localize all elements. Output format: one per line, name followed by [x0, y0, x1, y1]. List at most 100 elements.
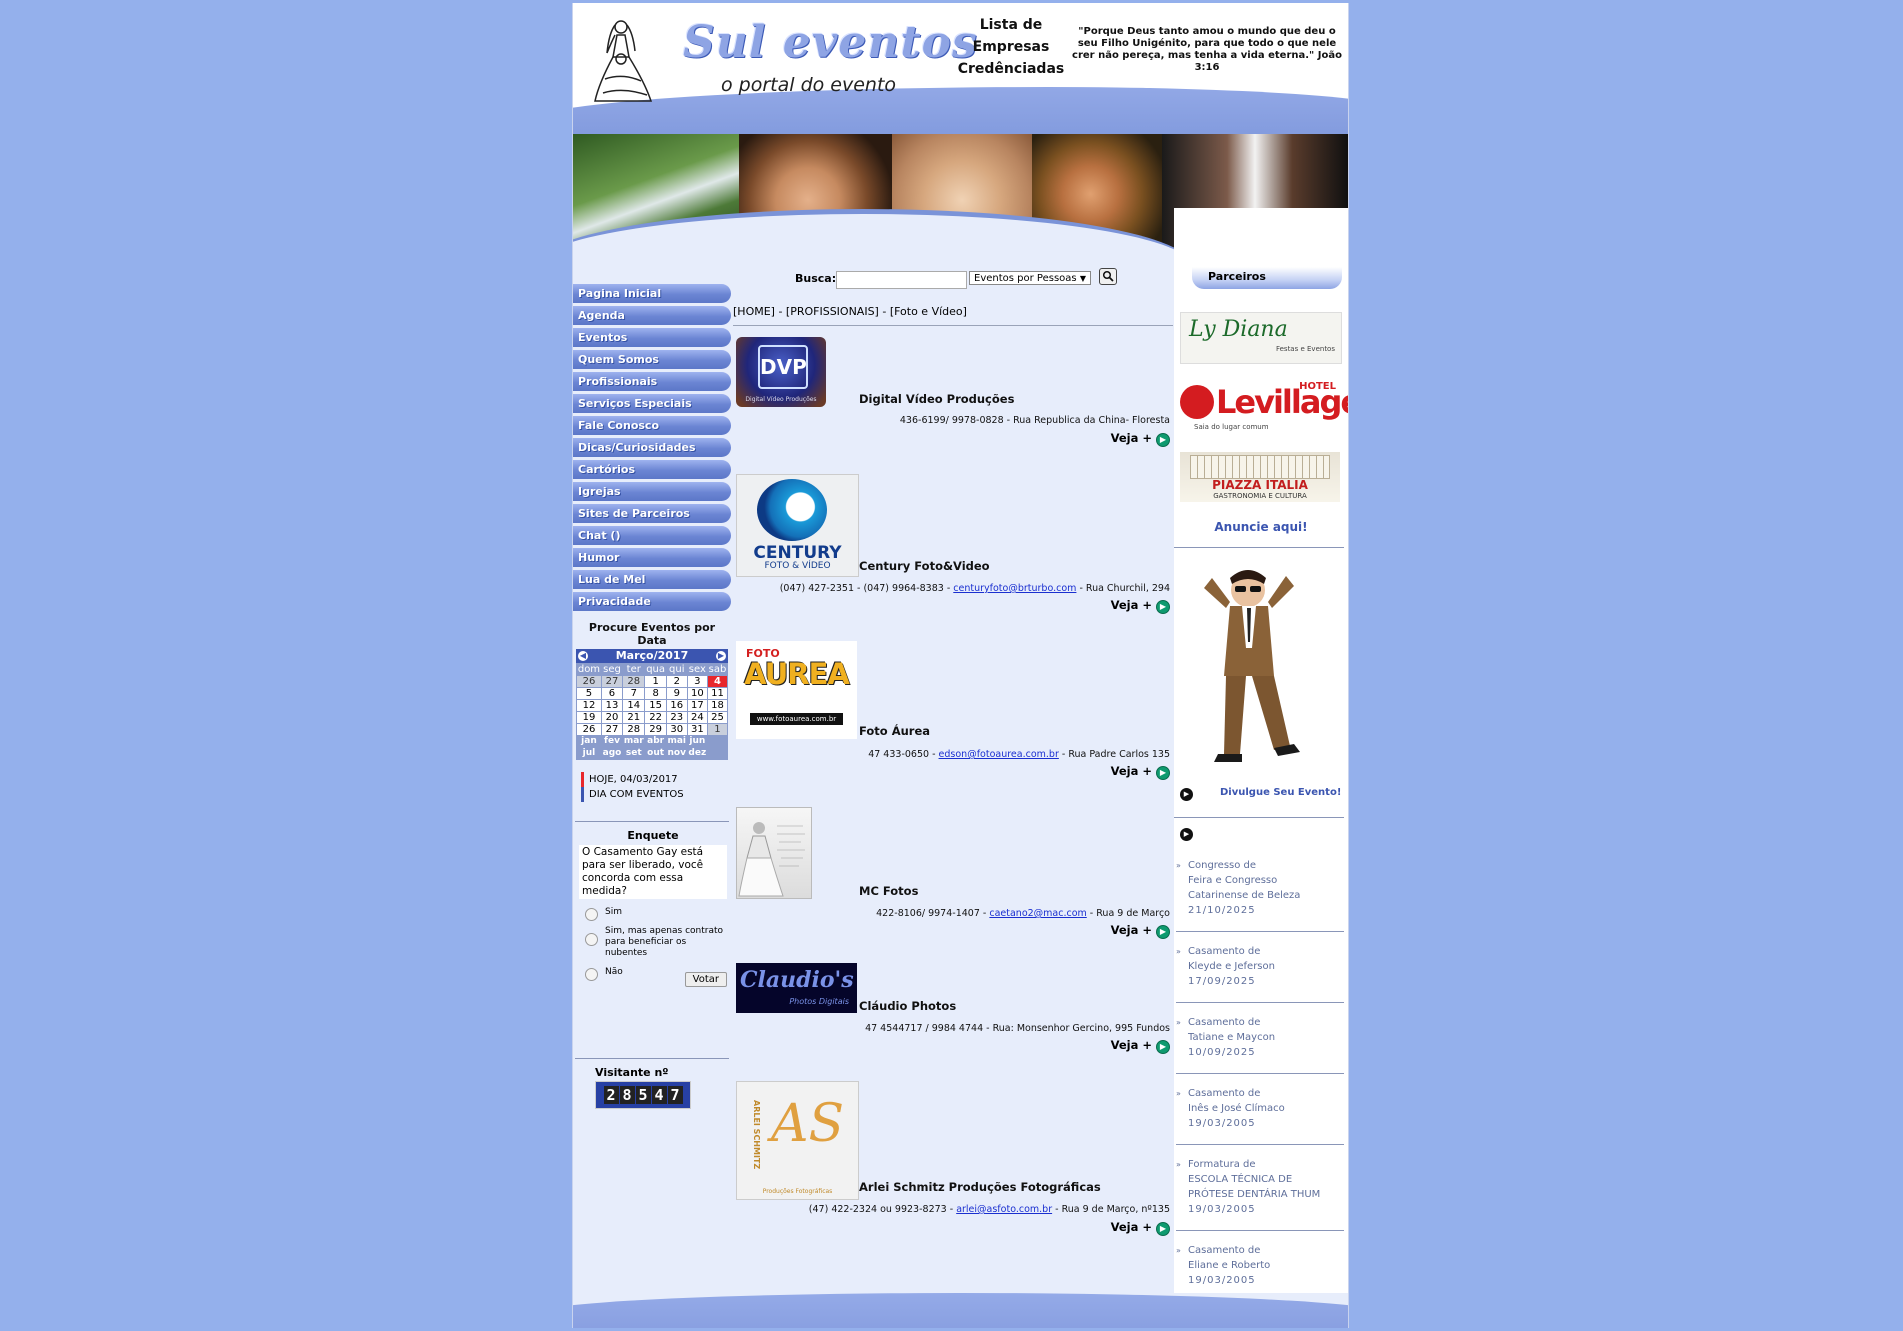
nav-eventos[interactable]: Eventos — [573, 328, 731, 347]
calendar-day[interactable]: 1 — [645, 676, 666, 687]
calendar-day[interactable]: 6 — [601, 688, 623, 699]
search-category-select[interactable]: Eventos por Pessoas ▼ — [969, 271, 1091, 285]
veja-mais-link[interactable]: Veja + ▶ — [1111, 1038, 1170, 1054]
month-link[interactable]: nov — [666, 748, 687, 759]
calendar-day[interactable]: 22 — [645, 712, 666, 723]
month-link[interactable]: jun — [687, 736, 707, 747]
partner-piazza-italia[interactable]: PIAZZA ITALIA GASTRONOMIA E CULTURA — [1180, 452, 1340, 502]
partner-ly-diana[interactable]: Ly Diana Festas e Eventos — [1180, 312, 1342, 364]
calendar-day[interactable]: 2 — [666, 676, 687, 687]
calendar-day[interactable]: 23 — [666, 712, 687, 723]
radio-button[interactable] — [585, 933, 598, 946]
calendar-day[interactable]: 11 — [707, 688, 727, 699]
listing-email-link[interactable]: caetano2@mac.com — [989, 908, 1086, 919]
calendar-day[interactable]: 21 — [623, 712, 645, 723]
calendar-day[interactable]: 10 — [687, 688, 707, 699]
calendar-day[interactable]: 8 — [645, 688, 666, 699]
event-item[interactable]: » Casamento de Kleyde e Jeferson 17/09/2… — [1176, 944, 1338, 989]
month-link[interactable]: mai — [666, 736, 687, 747]
poll-option[interactable]: Sim — [579, 907, 727, 921]
calendar-day[interactable]: 13 — [601, 700, 623, 711]
calendar-day[interactable]: 24 — [687, 712, 707, 723]
veja-mais-link[interactable]: Veja + ▶ — [1111, 764, 1170, 780]
play-icon[interactable]: ▶ — [1180, 828, 1193, 841]
event-item[interactable]: » Congresso de Feira e Congresso Catarin… — [1176, 858, 1338, 918]
nav-servicos-especiais[interactable]: Serviços Especiais — [573, 394, 731, 413]
listing-name[interactable]: Arlei Schmitz Produções Fotográficas — [859, 1180, 1101, 1194]
calendar-day-today[interactable]: 4 — [707, 676, 727, 687]
calendar-day[interactable]: 31 — [687, 724, 707, 735]
nav-cartorios[interactable]: Cartórios — [573, 460, 731, 479]
nav-agenda[interactable]: Agenda — [573, 306, 731, 325]
calendar-day[interactable]: 9 — [666, 688, 687, 699]
nav-quem-somos[interactable]: Quem Somos — [573, 350, 731, 369]
search-button[interactable] — [1099, 268, 1117, 285]
calendar-day[interactable]: 20 — [601, 712, 623, 723]
event-item[interactable]: » Casamento de Tatiane e Maycon 10/09/20… — [1176, 1015, 1338, 1060]
calendar-day[interactable]: 12 — [577, 700, 601, 711]
nav-sites-de-parceiros[interactable]: Sites de Parceiros — [573, 504, 731, 523]
listing-logo[interactable]: DVP Digital Vídeo Produções — [736, 337, 826, 407]
vote-button[interactable]: Votar — [684, 972, 727, 987]
listing-name[interactable]: Digital Vídeo Produções — [859, 392, 1014, 406]
nav-dicas-curiosidades[interactable]: Dicas/Curiosidades — [573, 438, 731, 457]
listing-email-link[interactable]: edson@fotoaurea.com.br — [939, 749, 1059, 760]
nav-privacidade[interactable]: Privacidade — [573, 592, 731, 611]
nav-pagina-inicial[interactable]: Pagina Inicial — [573, 284, 731, 303]
calendar-day[interactable]: 16 — [666, 700, 687, 711]
nav-fale-conosco[interactable]: Fale Conosco — [573, 416, 731, 435]
month-link[interactable]: set — [623, 748, 645, 759]
listing-logo[interactable]: Claudio's Photos Digitais — [736, 963, 857, 1013]
calendar-day[interactable]: 19 — [577, 712, 601, 723]
calendar-day[interactable]: 15 — [645, 700, 666, 711]
logo-title[interactable]: Sul eventos — [683, 17, 978, 68]
calendar-day[interactable]: 27 — [601, 724, 623, 735]
month-link[interactable]: abr — [645, 736, 666, 747]
calendar-next-icon[interactable]: ▶ — [716, 651, 726, 661]
calendar-day[interactable]: 18 — [707, 700, 727, 711]
veja-mais-link[interactable]: Veja + ▶ — [1111, 431, 1170, 447]
calendar-day[interactable]: 30 — [666, 724, 687, 735]
nav-humor[interactable]: Humor — [573, 548, 731, 567]
calendar-day[interactable]: 27 — [601, 676, 623, 687]
veja-mais-link[interactable]: Veja + ▶ — [1111, 598, 1170, 614]
listing-email-link[interactable]: centuryfoto@brturbo.com — [953, 583, 1076, 594]
anuncie-aqui-link[interactable]: Anuncie aqui! — [1174, 520, 1348, 534]
calendar-day[interactable]: 14 — [623, 700, 645, 711]
month-link[interactable]: dez — [687, 748, 707, 759]
poll-option[interactable]: Sim, mas apenas contrato para beneficiar… — [579, 926, 727, 959]
divulgue-evento-link[interactable]: ▶ Divulgue Seu Evento! — [1180, 786, 1345, 801]
event-item[interactable]: » Casamento de Inês e José Clímaco 19/03… — [1176, 1086, 1338, 1131]
nav-chat[interactable]: Chat () — [573, 526, 731, 545]
nav-igrejas[interactable]: Igrejas — [573, 482, 731, 501]
month-link[interactable]: ago — [601, 748, 623, 759]
calendar-day[interactable]: 5 — [577, 688, 601, 699]
listing-name[interactable]: Foto Áurea — [859, 724, 930, 738]
listing-name[interactable]: Century Foto&Video — [859, 559, 990, 573]
calendar-day[interactable]: 29 — [645, 724, 666, 735]
nav-profissionais[interactable]: Profissionais — [573, 372, 731, 391]
calendar-day[interactable]: 7 — [623, 688, 645, 699]
calendar-prev-icon[interactable]: ◀ — [578, 651, 588, 661]
listing-logo[interactable]: ARLEI SCHMITZ AS Produções Fotográficas — [736, 1081, 859, 1200]
nav-lua-de-mel[interactable]: Lua de Mel — [573, 570, 731, 589]
calendar-day[interactable]: 28 — [623, 724, 645, 735]
search-input[interactable] — [836, 271, 967, 289]
listing-email-link[interactable]: arlei@asfoto.com.br — [956, 1204, 1052, 1215]
month-link[interactable]: fev — [601, 736, 623, 747]
listing-logo[interactable]: CENTURY FOTO & VÍDEO — [736, 474, 859, 577]
calendar-day[interactable]: 26 — [577, 676, 601, 687]
month-link[interactable]: jan — [577, 736, 601, 747]
calendar-day[interactable]: 1 — [707, 724, 727, 735]
listing-logo[interactable] — [736, 807, 812, 899]
veja-mais-link[interactable]: Veja + ▶ — [1111, 923, 1170, 939]
calendar-day[interactable]: 26 — [577, 724, 601, 735]
event-item[interactable]: » Formatura de ESCOLA TÉCNICA DE PRÓTESE… — [1176, 1157, 1338, 1217]
promo-man-icon[interactable] — [1190, 558, 1310, 780]
event-item[interactable]: » Casamento de Eliane e Roberto 19/03/20… — [1176, 1243, 1338, 1288]
listing-name[interactable]: Cláudio Photos — [859, 999, 956, 1013]
calendar-day[interactable]: 3 — [687, 676, 707, 687]
calendar-day[interactable]: 25 — [707, 712, 727, 723]
listing-name[interactable]: MC Fotos — [859, 884, 918, 898]
empresas-credenciadas-link[interactable]: Lista de Empresas Credênciadas — [951, 14, 1071, 80]
